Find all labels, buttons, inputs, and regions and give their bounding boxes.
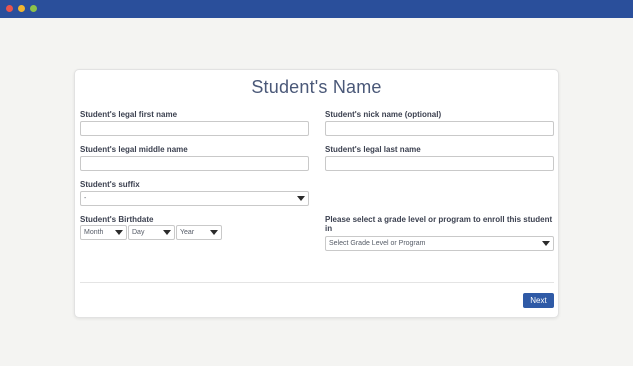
first-name-label: Student's legal first name	[80, 110, 178, 119]
birthdate-label: Student's Birthdate	[80, 215, 154, 224]
page-title: Student's Name	[251, 77, 382, 97]
suffix-select[interactable]: -	[80, 191, 309, 206]
birth-year-select[interactable]: Year	[176, 225, 222, 240]
last-name-label: Student's legal last name	[325, 145, 421, 154]
maximize-dot-icon[interactable]	[30, 5, 37, 12]
caret-down-icon	[542, 241, 550, 246]
grade-level-select[interactable]: Select Grade Level or Program	[325, 236, 554, 251]
caret-down-icon	[115, 230, 123, 235]
first-name-field[interactable]	[80, 121, 309, 136]
window-titlebar	[0, 0, 633, 18]
close-dot-icon[interactable]	[6, 5, 13, 12]
divider	[80, 282, 554, 283]
minimize-dot-icon[interactable]	[18, 5, 25, 12]
birth-month-value: Month	[84, 229, 104, 236]
caret-down-icon	[210, 230, 218, 235]
caret-down-icon	[297, 196, 305, 201]
nick-name-field[interactable]	[325, 121, 554, 136]
middle-name-field[interactable]	[80, 156, 309, 171]
last-name-field[interactable]	[325, 156, 554, 171]
grade-level-label: Please select a grade level or program t…	[325, 215, 553, 233]
birth-day-value: Day	[132, 229, 145, 236]
suffix-label: Student's suffix	[80, 180, 140, 189]
nick-name-label: Student's nick name (optional)	[325, 110, 442, 119]
caret-down-icon	[163, 230, 171, 235]
student-name-form: Student's Name Student's legal first nam…	[74, 69, 559, 318]
birth-day-select[interactable]: Day	[128, 225, 175, 240]
birth-month-select[interactable]: Month	[80, 225, 127, 240]
next-button[interactable]: Next	[523, 293, 554, 308]
suffix-value: -	[84, 195, 87, 202]
birth-year-value: Year	[180, 229, 195, 236]
grade-level-value: Select Grade Level or Program	[329, 240, 426, 247]
middle-name-label: Student's legal middle name	[80, 145, 188, 154]
